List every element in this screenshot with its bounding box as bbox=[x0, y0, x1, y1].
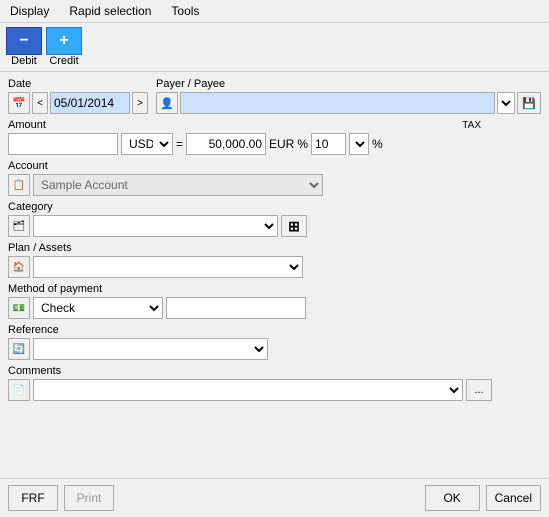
main-form: Date 📅 < > Payer / Payee 👤 💾 bbox=[0, 72, 549, 412]
payment-section: Method of payment 💵 Check bbox=[8, 283, 541, 319]
date-controls: 📅 < > bbox=[8, 92, 148, 114]
date-label: Date bbox=[8, 78, 148, 90]
currency-usd-select[interactable]: USD bbox=[121, 133, 173, 155]
comments-controls: 📄 ... bbox=[8, 379, 541, 401]
amount-eur-input[interactable] bbox=[186, 133, 266, 155]
bottom-bar: FRF Print OK Cancel bbox=[0, 478, 549, 517]
date-payer-row: Date 📅 < > Payer / Payee 👤 💾 bbox=[8, 78, 541, 114]
plan-label: Plan / Assets bbox=[8, 242, 541, 254]
debit-icon: − bbox=[19, 32, 28, 50]
equals-sign: = bbox=[176, 137, 183, 151]
amount-controls: USD = EUR % % bbox=[8, 133, 541, 155]
comments-ellipsis-btn[interactable]: ... bbox=[466, 379, 492, 401]
save-icon: 💾 bbox=[522, 97, 536, 110]
save-payer-btn[interactable]: 💾 bbox=[517, 92, 541, 114]
comments-select[interactable] bbox=[33, 379, 463, 401]
payer-select[interactable] bbox=[497, 92, 515, 114]
ellipsis-icon: ... bbox=[474, 384, 483, 396]
amount-section: Amount TAX USD = EUR % % bbox=[8, 119, 541, 155]
category-select[interactable] bbox=[33, 215, 278, 237]
tax-input[interactable] bbox=[311, 133, 346, 155]
credit-button[interactable]: + bbox=[46, 27, 82, 55]
tax-select[interactable] bbox=[349, 133, 369, 155]
category-controls: 🗂 ⊞ bbox=[8, 215, 541, 237]
reference-label: Reference bbox=[8, 324, 541, 336]
category-section: Category 🗂 ⊞ bbox=[8, 201, 541, 237]
date-section: Date 📅 < > bbox=[8, 78, 148, 114]
account-icon: 📋 bbox=[13, 180, 25, 191]
payer-icon-btn[interactable]: 👤 bbox=[156, 92, 178, 114]
date-next-btn[interactable]: > bbox=[132, 92, 148, 114]
bottom-right: OK Cancel bbox=[425, 485, 541, 511]
ok-button[interactable]: OK bbox=[425, 485, 480, 511]
tax-pct-label: % bbox=[372, 137, 383, 151]
menu-display[interactable]: Display bbox=[6, 2, 53, 20]
toolbar: − Debit + Credit bbox=[0, 23, 549, 72]
debit-label: Debit bbox=[11, 55, 37, 67]
account-select[interactable]: Sample Account bbox=[33, 174, 323, 196]
comments-label: Comments bbox=[8, 365, 541, 377]
comments-icon-btn[interactable]: 📄 bbox=[8, 379, 30, 401]
reference-select[interactable] bbox=[33, 338, 268, 360]
bottom-left: FRF Print bbox=[8, 485, 114, 511]
credit-icon: + bbox=[59, 32, 68, 50]
plan-select[interactable] bbox=[33, 256, 303, 278]
payer-icon: 👤 bbox=[160, 97, 174, 110]
account-section: Account 📋 Sample Account bbox=[8, 160, 541, 196]
category-label: Category bbox=[8, 201, 541, 213]
calendar-icon-btn[interactable]: 📅 bbox=[8, 92, 30, 114]
payment-controls: 💵 Check bbox=[8, 297, 541, 319]
plan-icon: 🏠 bbox=[13, 262, 25, 273]
amount-usd-input[interactable] bbox=[8, 133, 118, 155]
credit-label: Credit bbox=[49, 55, 78, 67]
plan-section: Plan / Assets 🏠 bbox=[8, 242, 541, 278]
tax-percent-sign: % bbox=[297, 137, 308, 151]
payer-input[interactable] bbox=[180, 92, 495, 114]
date-prev-btn[interactable]: < bbox=[32, 92, 48, 114]
payment-extra-input[interactable] bbox=[166, 297, 306, 319]
comments-icon: 📄 bbox=[13, 385, 25, 396]
payer-controls: 👤 💾 bbox=[156, 92, 541, 114]
frf-button[interactable]: FRF bbox=[8, 485, 58, 511]
calendar-icon: 📅 bbox=[12, 97, 26, 110]
payer-section: Payer / Payee 👤 💾 bbox=[156, 78, 541, 114]
reference-icon-btn[interactable]: 🔄 bbox=[8, 338, 30, 360]
currency-eur-label: EUR bbox=[269, 137, 294, 151]
comments-section: Comments 📄 ... bbox=[8, 365, 541, 401]
amount-label: Amount bbox=[8, 119, 46, 131]
cancel-button[interactable]: Cancel bbox=[486, 485, 541, 511]
plan-controls: 🏠 bbox=[8, 256, 541, 278]
payment-icon-btn[interactable]: 💵 bbox=[8, 297, 30, 319]
category-split-btn[interactable]: ⊞ bbox=[281, 215, 307, 237]
split-icon: ⊞ bbox=[288, 218, 300, 235]
payment-icon: 💵 bbox=[13, 303, 25, 314]
amount-label-row: Amount TAX bbox=[8, 119, 541, 131]
payment-select[interactable]: Check bbox=[33, 297, 163, 319]
category-icon: 🗂 bbox=[13, 221, 26, 232]
account-controls: 📋 Sample Account bbox=[8, 174, 541, 196]
tax-label: TAX bbox=[462, 120, 481, 131]
reference-controls: 🔄 bbox=[8, 338, 541, 360]
menu-rapid-selection[interactable]: Rapid selection bbox=[65, 2, 155, 20]
date-input[interactable] bbox=[50, 92, 130, 114]
credit-group: + Credit bbox=[46, 27, 82, 67]
payer-label: Payer / Payee bbox=[156, 78, 541, 90]
reference-section: Reference 🔄 bbox=[8, 324, 541, 360]
account-icon-btn[interactable]: 📋 bbox=[8, 174, 30, 196]
debit-group: − Debit bbox=[6, 27, 42, 67]
menu-tools[interactable]: Tools bbox=[167, 2, 203, 20]
plan-icon-btn[interactable]: 🏠 bbox=[8, 256, 30, 278]
category-icon-btn[interactable]: 🗂 bbox=[8, 215, 30, 237]
payment-label: Method of payment bbox=[8, 283, 541, 295]
account-label: Account bbox=[8, 160, 541, 172]
debit-button[interactable]: − bbox=[6, 27, 42, 55]
reference-icon: 🔄 bbox=[13, 344, 25, 355]
print-button[interactable]: Print bbox=[64, 485, 114, 511]
menubar: Display Rapid selection Tools bbox=[0, 0, 549, 23]
